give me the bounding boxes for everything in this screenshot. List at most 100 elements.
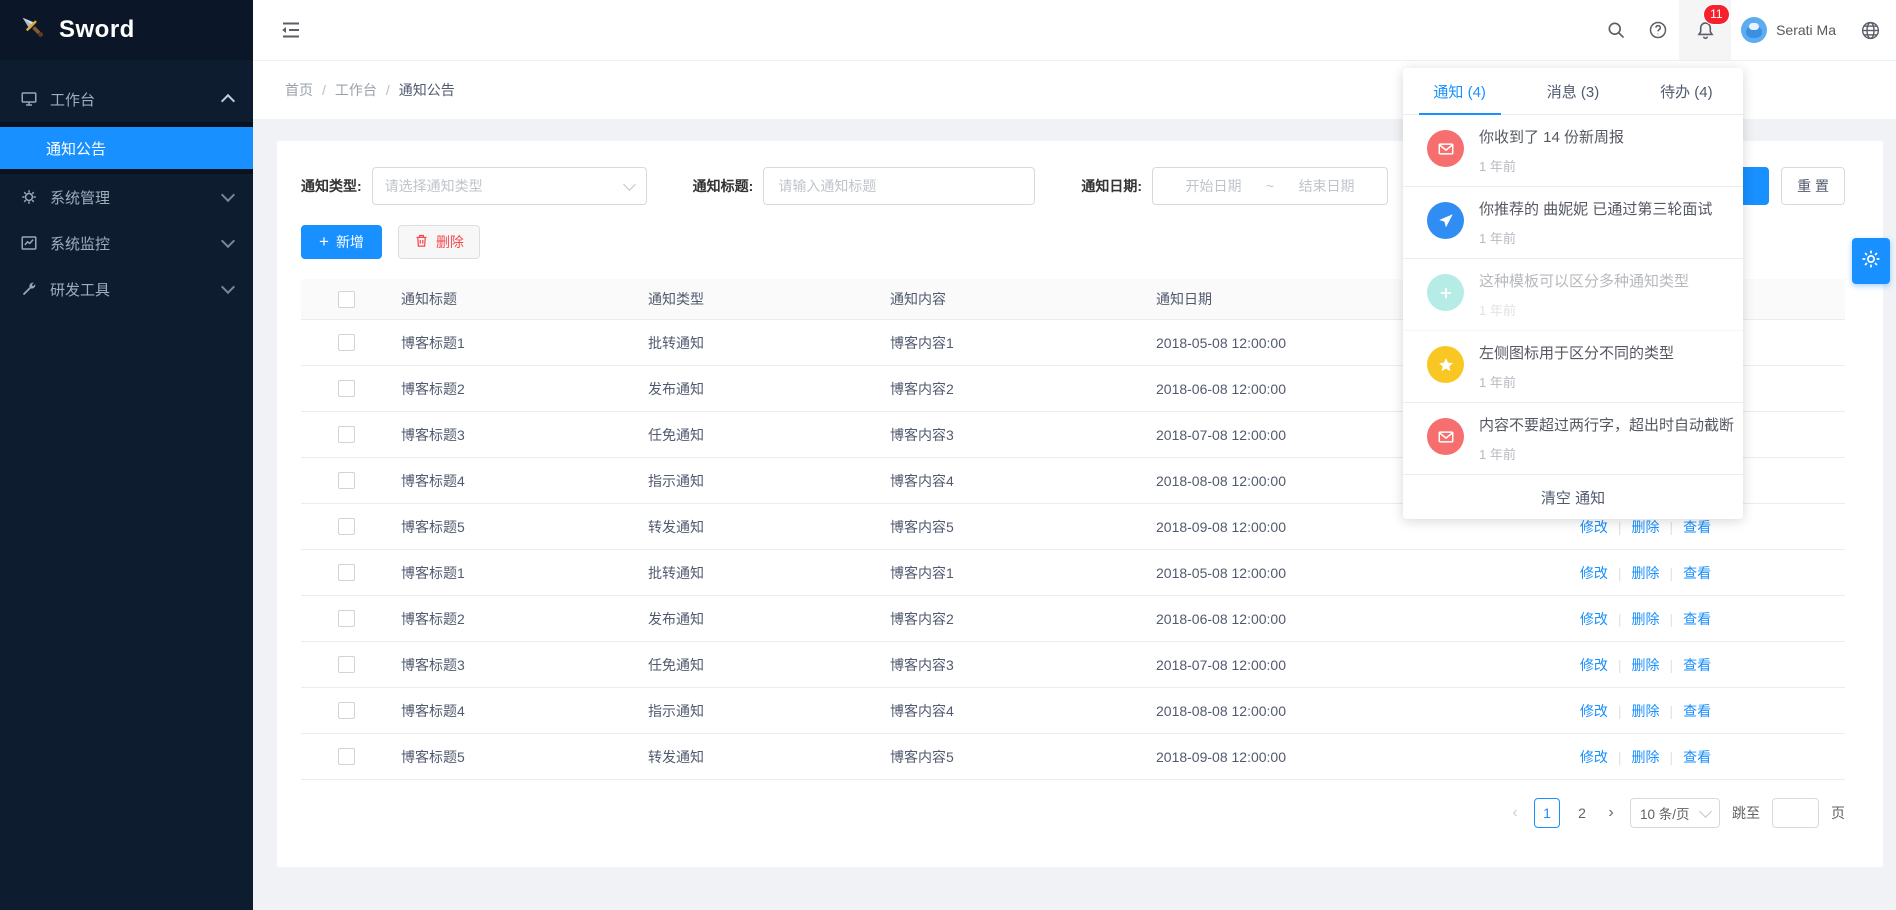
sidebar-item-workbench[interactable]: 工作台 <box>0 76 253 122</box>
chevron-down-icon <box>221 188 235 202</box>
avatar[interactable] <box>1741 17 1767 43</box>
view-link[interactable]: 查看 <box>1683 749 1711 765</box>
cell-actions: 修改|删除|查看 <box>1446 688 1845 734</box>
delete-link[interactable]: 删除 <box>1632 519 1660 535</box>
table-row: 博客标题1 批转通知 博客内容1 2018-05-08 12:00:00 修改|… <box>301 550 1845 596</box>
row-checkbox[interactable] <box>338 748 355 765</box>
edit-link[interactable]: 修改 <box>1580 703 1608 719</box>
view-link[interactable]: 查看 <box>1683 519 1711 535</box>
cell-type: 发布通知 <box>638 366 880 412</box>
column-header-type: 通知类型 <box>638 279 880 320</box>
row-checkbox[interactable] <box>338 564 355 581</box>
date-start-placeholder: 开始日期 <box>1163 176 1264 196</box>
row-checkbox[interactable] <box>338 702 355 719</box>
clear-notifications-button[interactable]: 清空 通知 <box>1403 475 1743 519</box>
menu-fold-icon[interactable] <box>277 0 305 60</box>
cell-content: 博客内容1 <box>880 320 1146 366</box>
add-button-label: 新增 <box>336 232 364 252</box>
edit-link[interactable]: 修改 <box>1580 611 1608 627</box>
breadcrumb-home[interactable]: 首页 <box>285 80 313 100</box>
cell-content: 博客内容5 <box>880 504 1146 550</box>
add-button[interactable]: + 新增 <box>301 225 382 259</box>
row-checkbox[interactable] <box>338 656 355 673</box>
sidebar-item-notice[interactable]: 通知公告 <box>0 127 253 169</box>
notification-item[interactable]: 你推荐的 曲妮妮 已通过第三轮面试 1 年前 <box>1403 187 1743 259</box>
settings-drawer-button[interactable] <box>1852 238 1890 284</box>
notification-title: 你推荐的 曲妮妮 已通过第三轮面试 <box>1479 200 1712 220</box>
cell-content: 博客内容3 <box>880 412 1146 458</box>
edit-link[interactable]: 修改 <box>1580 519 1608 535</box>
filter-type-label: 通知类型: <box>301 176 362 196</box>
row-checkbox[interactable] <box>338 334 355 351</box>
notice-title-input-box <box>763 167 1035 205</box>
edit-link[interactable]: 修改 <box>1580 657 1608 673</box>
question-icon[interactable] <box>1637 0 1679 60</box>
cell-title: 博客标题2 <box>391 596 638 642</box>
cell-date: 2018-05-08 12:00:00 <box>1146 550 1446 596</box>
sidebar-item-system-manage[interactable]: 系统管理 <box>0 174 253 220</box>
sidebar-item-system-monitor[interactable]: 系统监控 <box>0 220 253 266</box>
row-checkbox[interactable] <box>338 426 355 443</box>
row-checkbox[interactable] <box>338 610 355 627</box>
notification-title: 内容不要超过两行字，超出时自动截断 <box>1479 416 1734 436</box>
tab-todo[interactable]: 待办 (4) <box>1630 68 1743 114</box>
delete-button[interactable]: 删除 <box>398 225 480 259</box>
view-link[interactable]: 查看 <box>1683 657 1711 673</box>
globe-icon[interactable] <box>1858 0 1882 60</box>
cell-type: 批转通知 <box>638 320 880 366</box>
tab-message[interactable]: 消息 (3) <box>1516 68 1629 114</box>
search-icon[interactable] <box>1595 0 1637 60</box>
bell-icon[interactable]: 11 <box>1679 0 1731 60</box>
next-page-button[interactable]: › <box>1604 804 1618 822</box>
filter-date-label: 通知日期: <box>1081 176 1142 196</box>
notification-item[interactable]: 你收到了 14 份新周报 1 年前 <box>1403 115 1743 187</box>
chart-icon <box>20 234 38 252</box>
plus-icon: + <box>319 233 329 250</box>
jump-page-input[interactable] <box>1772 798 1819 828</box>
cell-title: 博客标题1 <box>391 320 638 366</box>
delete-link[interactable]: 删除 <box>1632 611 1660 627</box>
notice-type-select[interactable]: 请选择通知类型 <box>372 167 647 205</box>
breadcrumb-workbench[interactable]: 工作台 <box>335 80 377 100</box>
delete-link[interactable]: 删除 <box>1632 749 1660 765</box>
notification-item[interactable]: 内容不要超过两行字，超出时自动截断 1 年前 <box>1403 403 1743 475</box>
topbar-right: 11 Serati Ma <box>1595 0 1896 60</box>
page-button-2[interactable]: 2 <box>1572 805 1592 821</box>
user-name[interactable]: Serati Ma <box>1776 22 1836 38</box>
mail-icon <box>1427 130 1464 167</box>
cell-type: 指示通知 <box>638 688 880 734</box>
notice-date-range-picker[interactable]: 开始日期 ~ 结束日期 <box>1152 167 1388 205</box>
select-all-checkbox[interactable] <box>338 291 355 308</box>
cell-date: 2018-08-08 12:00:00 <box>1146 688 1446 734</box>
edit-link[interactable]: 修改 <box>1580 749 1608 765</box>
notice-title-input[interactable] <box>776 177 1022 195</box>
page-size-select[interactable]: 10 条/页 <box>1630 798 1720 828</box>
notification-item-read[interactable]: 这种模板可以区分多种通知类型 1 年前 <box>1403 259 1743 331</box>
sidebar-item-label: 工作台 <box>50 89 95 110</box>
cell-actions: 修改|删除|查看 <box>1446 550 1845 596</box>
delete-link[interactable]: 删除 <box>1632 703 1660 719</box>
delete-link[interactable]: 删除 <box>1632 565 1660 581</box>
wrench-icon <box>20 280 38 298</box>
notification-title: 左侧图标用于区分不同的类型 <box>1479 344 1674 364</box>
view-link[interactable]: 查看 <box>1683 703 1711 719</box>
row-checkbox[interactable] <box>338 380 355 397</box>
delete-link[interactable]: 删除 <box>1632 657 1660 673</box>
sidebar-item-dev-tools[interactable]: 研发工具 <box>0 266 253 312</box>
prev-page-button[interactable]: ‹ <box>1508 804 1522 822</box>
view-link[interactable]: 查看 <box>1683 565 1711 581</box>
reset-button[interactable]: 重 置 <box>1781 167 1845 205</box>
notification-item[interactable]: 左侧图标用于区分不同的类型 1 年前 <box>1403 331 1743 403</box>
cell-type: 指示通知 <box>638 458 880 504</box>
trash-icon <box>414 233 429 251</box>
cell-type: 任免通知 <box>638 412 880 458</box>
edit-link[interactable]: 修改 <box>1580 565 1608 581</box>
tab-notice[interactable]: 通知 (4) <box>1403 68 1516 114</box>
page-button-1[interactable]: 1 <box>1534 798 1560 828</box>
row-checkbox[interactable] <box>338 472 355 489</box>
row-checkbox[interactable] <box>338 518 355 535</box>
cell-type: 批转通知 <box>638 550 880 596</box>
view-link[interactable]: 查看 <box>1683 611 1711 627</box>
plus-icon <box>1427 274 1464 311</box>
chevron-up-icon <box>221 94 235 108</box>
